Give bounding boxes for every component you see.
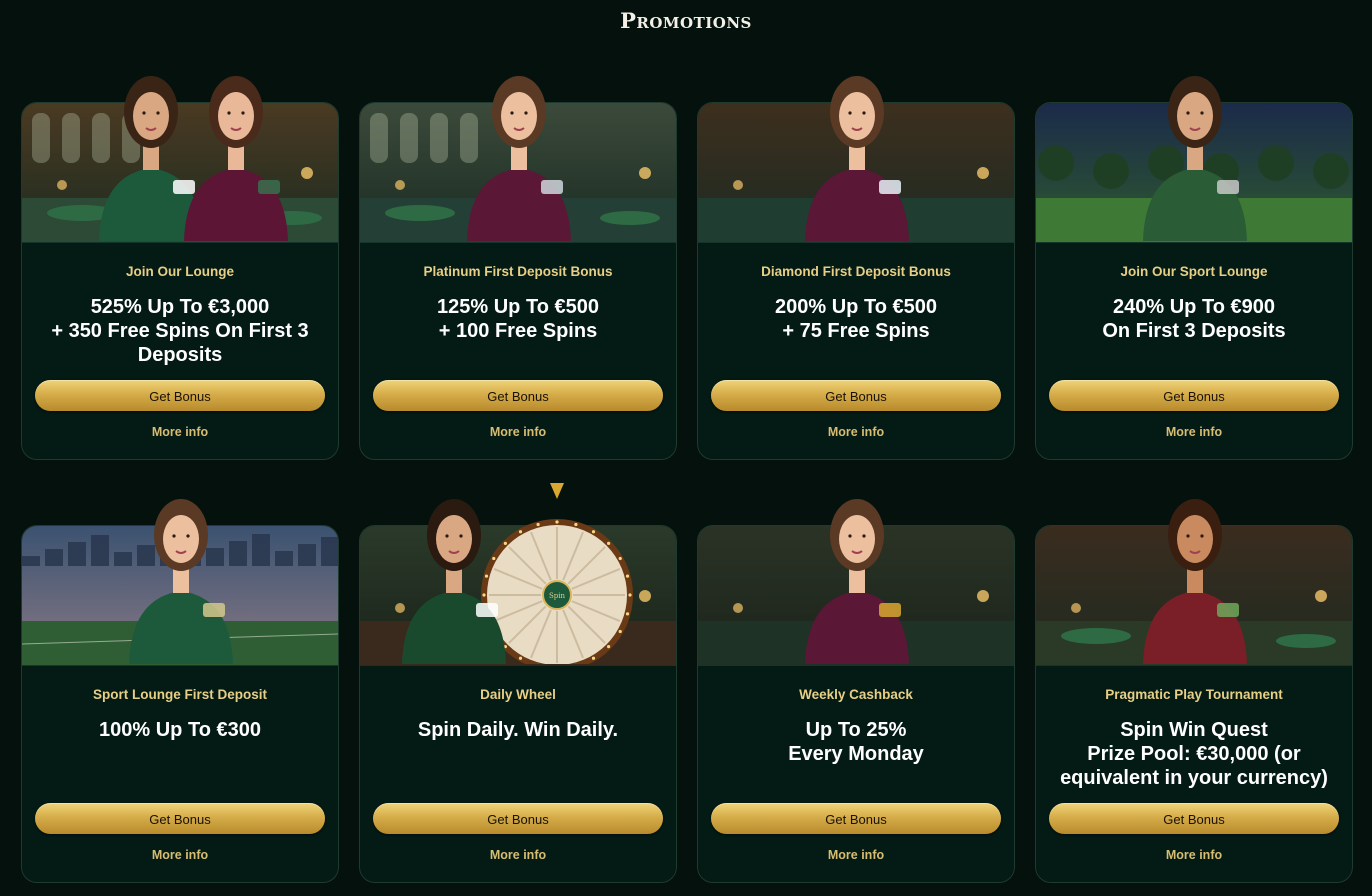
more-info-link[interactable]: More info [360, 848, 676, 862]
promo-offer-line: + 100 Free Spins [438, 320, 598, 342]
promo-name: Sport Lounge First Deposit [93, 687, 267, 702]
more-info-link[interactable]: More info [698, 425, 1014, 439]
woman-platinum-card-banner-image [360, 103, 676, 243]
promo-name: Join Our Lounge [126, 264, 234, 279]
get-bonus-button[interactable]: Get Bonus [35, 380, 325, 411]
get-bonus-button[interactable]: Get Bonus [373, 803, 663, 834]
promo-offer: 200% Up To €500 + 75 Free Spins [712, 295, 1000, 343]
promo-card-frame: Pragmatic Play Tournament Spin Win Quest… [1035, 525, 1353, 883]
promo-offer: 240% Up To €900 On First 3 Deposits [1050, 295, 1338, 343]
couple-tuxedo-lounge-banner-image [22, 103, 338, 243]
promo-card-body: Weekly Cashback Up To 25% Every Monday Ge… [698, 666, 1014, 882]
promo-offer: 525% Up To €3,000 + 350 Free Spins On Fir… [36, 295, 324, 367]
page-title: Promotions [620, 8, 752, 33]
promo-name: Diamond First Deposit Bonus [761, 264, 951, 279]
promo-offer-line: 525% Up To €3,000 [90, 296, 270, 318]
promo-offer-line: + 75 Free Spins [782, 320, 930, 342]
promo-card-0: Join Our Lounge 525% Up To €3,000 + 350 F… [21, 60, 339, 460]
promo-card-1: Platinum First Deposit Bonus 125% Up To … [359, 60, 677, 460]
promo-offer: 100% Up To €300 [36, 718, 324, 742]
promo-offer-line: Prize Pool: €30,000 (or [1087, 743, 1301, 765]
promo-offer-line: Spin Win Quest [1120, 719, 1268, 741]
woman-tennis-racket-banner-image [22, 526, 338, 666]
promo-name: Join Our Sport Lounge [1120, 264, 1268, 279]
promo-offer-line: equivalent in your currency) [1060, 767, 1328, 789]
more-info-link[interactable]: More info [1036, 425, 1352, 439]
promo-card-frame: Weekly Cashback Up To 25% Every Monday Ge… [697, 525, 1015, 883]
promo-name: Weekly Cashback [799, 687, 913, 702]
woman-gold-bar-banner-image [698, 526, 1014, 666]
promo-card-frame: Platinum First Deposit Bonus 125% Up To … [359, 102, 677, 460]
promo-card-frame: Daily Wheel Spin Daily. Win Daily. Get B… [359, 525, 677, 883]
promo-name: Pragmatic Play Tournament [1105, 687, 1283, 702]
promo-offer-line: + 350 Free Spins On First 3 [51, 320, 309, 342]
promo-card-body: Pragmatic Play Tournament Spin Win Quest… [1036, 666, 1352, 882]
promotions-grid: Join Our Lounge 525% Up To €3,000 + 350 F… [21, 60, 1353, 883]
promo-card-frame: Diamond First Deposit Bonus 200% Up To €… [697, 102, 1015, 460]
promo-name: Daily Wheel [480, 687, 556, 702]
promo-card-3: Join Our Sport Lounge 240% Up To €900 On … [1035, 60, 1353, 460]
promo-card-body: Join Our Lounge 525% Up To €3,000 + 350 F… [22, 243, 338, 459]
promotions-page: Promotions Join Our Lounge 525% Up To €3… [0, 0, 1372, 896]
promo-card-frame: Sport Lounge First Deposit 100% Up To €3… [21, 525, 339, 883]
promo-card-6: Weekly Cashback Up To 25% Every Monday Ge… [697, 483, 1015, 883]
woman-diamond-armchair-banner-image [698, 103, 1014, 243]
promo-card-body: Join Our Sport Lounge 240% Up To €900 On … [1036, 243, 1352, 459]
promo-offer-line: Every Monday [788, 743, 924, 765]
promo-offer: Spin Daily. Win Daily. [374, 718, 662, 742]
get-bonus-button[interactable]: Get Bonus [711, 803, 1001, 834]
promo-card-2: Diamond First Deposit Bonus 200% Up To €… [697, 60, 1015, 460]
promo-offer: Spin Win Quest Prize Pool: €30,000 (or equ… [1050, 718, 1338, 790]
promo-offer-line: Deposits [137, 344, 223, 366]
promo-offer-line: Spin Daily. Win Daily. [417, 719, 619, 741]
get-bonus-button[interactable]: Get Bonus [373, 380, 663, 411]
promo-offer: 125% Up To €500 + 100 Free Spins [374, 295, 662, 343]
more-info-link[interactable]: More info [360, 425, 676, 439]
promo-offer-line: 125% Up To €500 [437, 296, 599, 318]
promo-card-7: Pragmatic Play Tournament Spin Win Quest… [1035, 483, 1353, 883]
golfer-night-course-banner-image [1036, 103, 1352, 243]
get-bonus-button[interactable]: Get Bonus [1049, 380, 1339, 411]
man-cash-red-suit-banner-image [1036, 526, 1352, 666]
promo-offer-line: 200% Up To €500 [775, 296, 937, 318]
get-bonus-button[interactable]: Get Bonus [711, 380, 1001, 411]
get-bonus-button[interactable]: Get Bonus [1049, 803, 1339, 834]
promo-card-body: Platinum First Deposit Bonus 125% Up To … [360, 243, 676, 459]
more-info-link[interactable]: More info [1036, 848, 1352, 862]
promo-offer-line: 100% Up To €300 [99, 719, 261, 741]
promo-card-5: Daily Wheel Spin Daily. Win Daily. Get B… [359, 483, 677, 883]
promo-card-body: Sport Lounge First Deposit 100% Up To €3… [22, 666, 338, 882]
promo-card-body: Daily Wheel Spin Daily. Win Daily. Get B… [360, 666, 676, 882]
more-info-link[interactable]: More info [22, 848, 338, 862]
promo-offer-line: Up To 25% [805, 719, 907, 741]
man-prize-wheel-banner-image [360, 526, 676, 666]
promo-name: Platinum First Deposit Bonus [423, 264, 613, 279]
more-info-link[interactable]: More info [22, 425, 338, 439]
promo-offer: Up To 25% Every Monday [712, 718, 1000, 766]
promo-card-frame: Join Our Lounge 525% Up To €3,000 + 350 F… [21, 102, 339, 460]
promo-card-body: Diamond First Deposit Bonus 200% Up To €… [698, 243, 1014, 459]
more-info-link[interactable]: More info [698, 848, 1014, 862]
get-bonus-button[interactable]: Get Bonus [35, 803, 325, 834]
promo-card-4: Sport Lounge First Deposit 100% Up To €3… [21, 483, 339, 883]
promo-card-frame: Join Our Sport Lounge 240% Up To €900 On … [1035, 102, 1353, 460]
promo-offer-line: 240% Up To €900 [1113, 296, 1275, 318]
promo-offer-line: On First 3 Deposits [1102, 320, 1286, 342]
